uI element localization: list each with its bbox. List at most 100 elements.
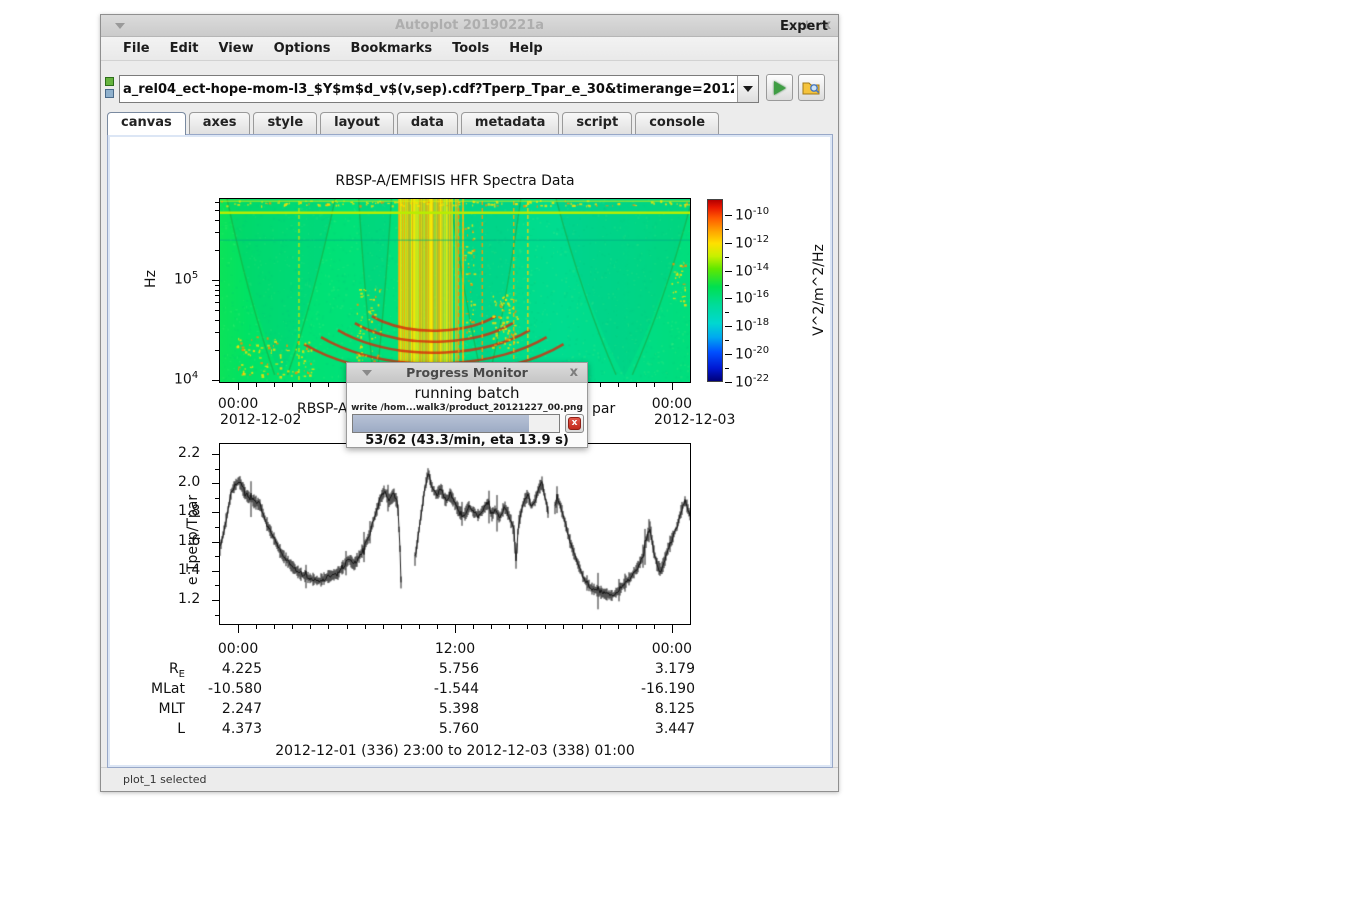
inspect-button[interactable] xyxy=(798,74,825,101)
colorbar-tick xyxy=(725,326,732,327)
ephemeris-value: 3.447 xyxy=(605,721,695,737)
plot2-x-tick xyxy=(437,625,438,629)
plot1-y-minor-tick xyxy=(215,302,219,303)
ephemeris-value: 8.125 xyxy=(605,701,695,717)
colorbar xyxy=(707,199,723,382)
plot2-y-minor-tick xyxy=(215,585,219,586)
tab-console[interactable]: console xyxy=(635,112,719,134)
plot2-x-tick-label: 12:00 xyxy=(435,641,475,657)
plot1-y-minor-tick xyxy=(215,250,219,251)
menu-item-help[interactable]: Help xyxy=(499,38,552,59)
dialog-title: Progress Monitor xyxy=(347,365,587,380)
colorbar-tick-label: 10-12 xyxy=(735,234,769,252)
colorbar-tick-label: 10-16 xyxy=(735,289,769,307)
ephemeris-value: -1.544 xyxy=(389,681,479,697)
colorbar-tick xyxy=(725,271,732,272)
menu-item-bookmarks[interactable]: Bookmarks xyxy=(341,38,443,59)
plot2-x-tick xyxy=(473,625,474,629)
plot1-x-tick xyxy=(654,383,655,387)
dialog-close-icon[interactable]: x xyxy=(570,365,578,380)
plot1-y-major-tick xyxy=(212,280,219,281)
plot1-y-minor-tick xyxy=(215,210,219,211)
tab-data[interactable]: data xyxy=(397,112,458,134)
plot2-x-tick xyxy=(328,625,329,629)
datasource-green-icon xyxy=(105,77,114,86)
menu-item-view[interactable]: View xyxy=(208,38,263,59)
tab-axes[interactable]: axes xyxy=(189,112,251,134)
progress-status-label: 53/62 (43.3/min, eta 13.9 s) xyxy=(347,433,587,448)
menu-item-options[interactable]: Options xyxy=(264,38,341,59)
window-titlebar[interactable]: Autoplot 20190221a – + x xyxy=(101,15,838,37)
plot-canvas-panel[interactable]: RBSP-A/EMFISIS HFR Spectra Data10-1010-1… xyxy=(107,134,833,768)
plot2-x-tick xyxy=(582,625,583,629)
plot2-y-tick-label: 1.2 xyxy=(178,591,200,607)
plot2-x-tick xyxy=(545,625,546,629)
go-button[interactable] xyxy=(766,74,793,101)
plot2-x-tick xyxy=(636,625,637,629)
plot2-x-tick xyxy=(310,625,311,629)
tab-metadata[interactable]: metadata xyxy=(461,112,559,134)
colorbar-tick xyxy=(725,298,732,299)
address-dropdown-button[interactable] xyxy=(737,76,758,102)
lineplot-canvas[interactable] xyxy=(220,444,690,624)
plot1-title: RBSP-A/EMFISIS HFR Spectra Data xyxy=(335,173,574,189)
datasource-blue-icon xyxy=(105,89,114,98)
datasource-indicator xyxy=(105,77,117,98)
plot2-y-major-tick xyxy=(212,454,219,455)
plot1-x-tick-label: 00:00 xyxy=(652,396,692,412)
plot2-x-tick-label: 00:00 xyxy=(652,641,692,657)
plot2-title-fragment-right: par xyxy=(592,401,615,417)
colorbar-tick-label: 10-14 xyxy=(735,262,769,280)
plot1-y-minor-tick xyxy=(215,232,219,233)
play-icon xyxy=(774,81,786,95)
tab-layout[interactable]: layout xyxy=(320,112,394,134)
plot1-x-tick xyxy=(328,383,329,387)
plot2-x-tick xyxy=(274,625,275,629)
plot2-x-tick xyxy=(347,625,348,629)
plot2-y-minor-tick xyxy=(215,469,219,470)
plot1-x-tick xyxy=(310,383,311,387)
colorbar-minor-tick xyxy=(725,368,729,369)
plot2-y-minor-tick xyxy=(215,498,219,499)
tab-style[interactable]: style xyxy=(253,112,317,134)
plot2-y-tick-label: 1.4 xyxy=(178,562,200,578)
tab-script[interactable]: script xyxy=(562,112,632,134)
plot2-y-major-tick xyxy=(212,512,219,513)
menu-item-file[interactable]: File xyxy=(113,38,160,59)
menubar: FileEditViewOptionsBookmarksToolsHelp xyxy=(101,37,838,61)
plot1-x-tick xyxy=(292,383,293,387)
plot1-x-tick-label: 00:00 xyxy=(218,396,258,412)
progress-bar-fill xyxy=(353,415,529,432)
colorbar-tick-label: 10-18 xyxy=(735,317,769,335)
plot2-x-tick xyxy=(509,625,510,629)
cancel-button[interactable]: x xyxy=(565,414,584,433)
plot2-y-minor-tick xyxy=(215,527,219,528)
plot1-x-tick xyxy=(636,383,637,387)
colorbar-tick xyxy=(725,243,732,244)
plot2-x-tick xyxy=(292,625,293,629)
ephemeris-value: 5.760 xyxy=(389,721,479,737)
plot1-y-minor-tick xyxy=(215,295,219,296)
colorbar-minor-tick xyxy=(725,229,729,230)
plot2-x-tick xyxy=(419,625,420,629)
menu-item-edit[interactable]: Edit xyxy=(160,38,209,59)
menu-item-tools[interactable]: Tools xyxy=(442,38,499,59)
spectrogram-canvas[interactable] xyxy=(220,199,690,382)
plot1-x-date-right: 2012-12-03 xyxy=(654,412,735,428)
plot1-x-tick xyxy=(600,383,601,387)
progress-detail-label: write /hom...walk3/product_20121227_00.p… xyxy=(347,403,587,413)
plot1-frame xyxy=(219,198,691,383)
plot1-y-minor-tick xyxy=(215,220,219,221)
dialog-titlebar[interactable]: Progress Monitor x xyxy=(347,363,587,383)
address-input[interactable] xyxy=(120,76,737,102)
colorbar-minor-tick xyxy=(725,285,729,286)
plot2-x-tick xyxy=(383,625,384,629)
colorbar-unit-label: V^2/m^2/Hz xyxy=(811,244,827,336)
plot2-y-tick-label: 2.0 xyxy=(178,474,200,490)
expert-label[interactable]: Expert xyxy=(780,19,828,34)
folder-magnifier-icon xyxy=(802,80,821,96)
plot2-y-tick-label: 1.8 xyxy=(178,503,200,519)
plot1-x-tick xyxy=(238,383,239,390)
plot2-y-tick-label: 1.6 xyxy=(178,533,200,549)
tab-canvas[interactable]: canvas xyxy=(107,112,186,135)
